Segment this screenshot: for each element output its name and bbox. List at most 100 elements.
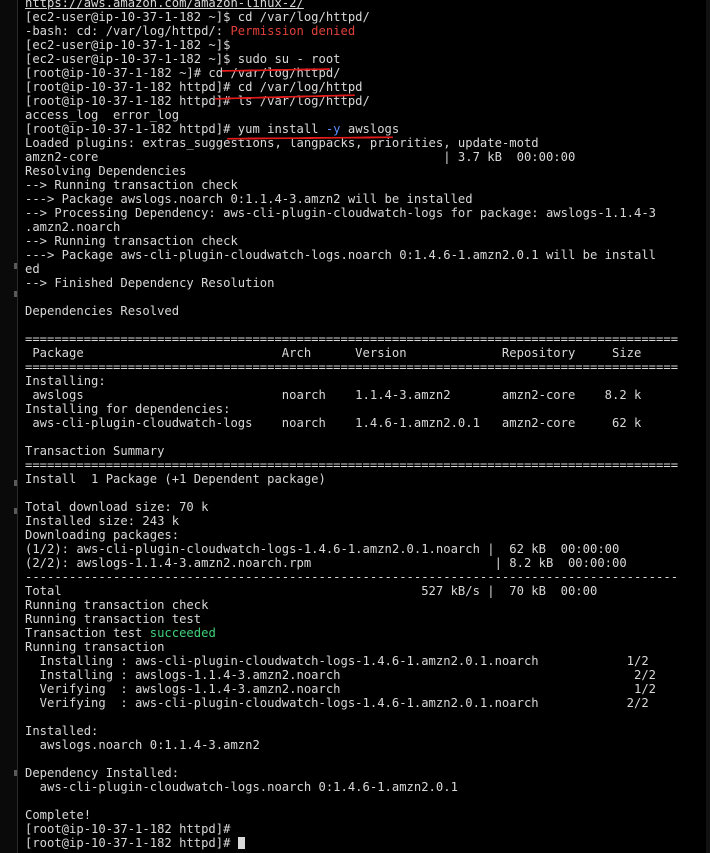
terminal-line: Total 527 kB/s | 70 kB 00:00 <box>25 584 705 598</box>
terminal-line: Running transaction test <box>25 612 705 626</box>
terminal-line: [ec2-user@ip-10-37-1-182 ~]$ <box>25 38 705 52</box>
terminal-line: Transaction test succeeded <box>25 626 705 640</box>
terminal-text: ----------------------------------------… <box>25 570 679 584</box>
text-cursor <box>237 837 245 849</box>
terminal-line: Package Arch Version Repository Size <box>25 346 705 360</box>
terminal-line: ed <box>25 262 705 276</box>
terminal-text: Dependency Installed: <box>25 766 180 780</box>
terminal-line: Complete! <box>25 808 705 822</box>
terminal-line: Installing : aws-cli-plugin-cloudwatch-l… <box>25 654 705 668</box>
terminal-text-err: Permission denied <box>230 24 356 38</box>
terminal-text-opt: -y <box>325 122 341 136</box>
terminal-line: Downloading packages: <box>25 528 705 542</box>
terminal-line: (1/2): aws-cli-plugin-cloudwatch-logs-1.… <box>25 542 705 556</box>
terminal-line: Installed: <box>25 724 705 738</box>
terminal-text: [root@ip-10-37-1-182 httpd]# yum install <box>25 122 326 136</box>
terminal-line: --> Running transaction check <box>25 234 705 248</box>
terminal-line: (2/2): awslogs-1.1.4-3.amzn2.noarch.rpm … <box>25 556 705 570</box>
terminal-line: [root@ip-10-37-1-182 httpd]# <box>25 836 705 850</box>
terminal-line: aws-cli-plugin-cloudwatch-logs noarch 1.… <box>25 416 705 430</box>
terminal-line: Transaction Summary <box>25 444 705 458</box>
terminal-line: Resolving Dependencies <box>25 164 705 178</box>
terminal-line: Install 1 Package (+1 Dependent package) <box>25 472 705 486</box>
terminal-text: Total download size: 70 k <box>25 500 209 514</box>
terminal-line: --> Finished Dependency Resolution <box>25 276 705 290</box>
terminal-text: awslogs.noarch 0:1.1.4-3.amzn2 <box>25 738 260 752</box>
terminal-text: -bash: cd: /var/log/httpd/: <box>25 24 231 38</box>
terminal-line: .amzn2.noarch <box>25 220 705 234</box>
terminal-text: [root@ip-10-37-1-182 httpd]# <box>25 822 231 836</box>
terminal-text: Dependencies Resolved <box>25 304 180 318</box>
terminal-text: [ec2-user@ip-10-37-1-182 ~]$ sudo su - r… <box>25 52 341 66</box>
terminal-line: [ec2-user@ip-10-37-1-182 ~]$ cd /var/log… <box>25 10 705 24</box>
terminal-line: [root@ip-10-37-1-182 ~]# cd /var/log/htt… <box>25 66 705 80</box>
terminal-line: [root@ip-10-37-1-182 httpd]# yum install… <box>25 122 705 136</box>
terminal-text-ok: succeeded <box>149 626 216 640</box>
terminal-line: -bash: cd: /var/log/httpd/: Permission d… <box>25 24 705 38</box>
terminal-text: Installing : aws-cli-plugin-cloudwatch-l… <box>25 654 649 668</box>
gutter-marker <box>14 263 17 269</box>
terminal-line: Installing : awslogs-1.1.4-3.amzn2.noarc… <box>25 668 705 682</box>
terminal-text: Installed size: 243 k <box>25 514 180 528</box>
terminal-line: --> Running transaction check <box>25 178 705 192</box>
terminal-text: (2/2): awslogs-1.1.4-3.amzn2.noarch.rpm … <box>25 556 627 570</box>
terminal-line: amzn2-core | 3.7 kB 00:00:00 <box>25 150 705 164</box>
terminal-text: awslogs noarch 1.1.4-3.amzn2 amzn2-core … <box>25 388 642 402</box>
terminal-text: Transaction test <box>25 626 150 640</box>
left-gutter <box>0 0 18 853</box>
terminal-text: Package Arch Version Repository Size <box>25 346 642 360</box>
terminal-line: Dependency Installed: <box>25 766 705 780</box>
terminal-text: Total 527 kB/s | 70 kB 00:00 <box>25 584 598 598</box>
terminal-line: aws-cli-plugin-cloudwatch-logs.noarch 0:… <box>25 780 705 794</box>
gutter-marker <box>14 770 17 776</box>
terminal-line: Running transaction <box>25 640 705 654</box>
terminal-line: ========================================… <box>25 360 705 374</box>
terminal-text: [ec2-user@ip-10-37-1-182 ~]$ <box>25 38 231 52</box>
terminal-text: Verifying : aws-cli-plugin-cloudwatch-lo… <box>25 696 649 710</box>
terminal-line: [root@ip-10-37-1-182 httpd]# ls /var/log… <box>25 94 705 108</box>
terminal-text: Running transaction check <box>25 598 209 612</box>
terminal-text: Installing : awslogs-1.1.4-3.amzn2.noarc… <box>25 668 657 682</box>
terminal-line: awslogs.noarch 0:1.1.4-3.amzn2 <box>25 738 705 752</box>
terminal-line: Installed size: 243 k <box>25 514 705 528</box>
terminal-text: Installing: <box>25 374 106 388</box>
terminal-line: https://aws.amazon.com/amazon-linux-2/ <box>25 0 705 10</box>
terminal-text: --> Running transaction check <box>25 234 238 248</box>
terminal-text: aws-cli-plugin-cloudwatch-logs noarch 1.… <box>25 416 642 430</box>
terminal-line: Running transaction check <box>25 598 705 612</box>
gutter-marker <box>14 480 17 486</box>
terminal-line: --> Processing Dependency: aws-cli-plugi… <box>25 206 705 220</box>
terminal-text: amzn2-core | 3.7 kB 00:00:00 <box>25 150 576 164</box>
terminal-text: Install 1 Package (+1 Dependent package) <box>25 472 326 486</box>
terminal-window[interactable]: https://aws.amazon.com/amazon-linux-2/[e… <box>0 0 710 853</box>
terminal-text: --> Running transaction check <box>25 178 238 192</box>
terminal-text: Installed: <box>25 724 99 738</box>
terminal-text: --> Finished Dependency Resolution <box>25 276 275 290</box>
terminal-line: access_log error_log <box>25 108 705 122</box>
terminal-line: Verifying : aws-cli-plugin-cloudwatch-lo… <box>25 696 705 710</box>
terminal-text-link[interactable]: https://aws.amazon.com/amazon-linux-2/ <box>25 0 304 10</box>
terminal-line: Dependencies Resolved <box>25 304 705 318</box>
terminal-text: ---> Package awslogs.noarch 0:1.1.4-3.am… <box>25 192 473 206</box>
terminal-text: Installing for dependencies: <box>25 402 231 416</box>
vertical-scrollbar[interactable] <box>706 0 710 853</box>
terminal-text: Transaction Summary <box>25 444 165 458</box>
terminal-text: awslogs <box>340 122 400 136</box>
terminal-text: [root@ip-10-37-1-182 httpd]# <box>25 836 238 850</box>
terminal-line: ----------------------------------------… <box>25 570 705 584</box>
terminal-text: Verifying : awslogs-1.1.4-3.amzn2.noarch… <box>25 682 657 696</box>
terminal-line: ========================================… <box>25 332 705 346</box>
terminal-line: Verifying : awslogs-1.1.4-3.amzn2.noarch… <box>25 682 705 696</box>
gutter-marker <box>14 291 17 297</box>
terminal-line: Installing for dependencies: <box>25 402 705 416</box>
terminal-text: Resolving Dependencies <box>25 164 187 178</box>
terminal-output[interactable]: https://aws.amazon.com/amazon-linux-2/[e… <box>25 0 705 850</box>
terminal-line: [ec2-user@ip-10-37-1-182 ~]$ sudo su - r… <box>25 52 705 66</box>
